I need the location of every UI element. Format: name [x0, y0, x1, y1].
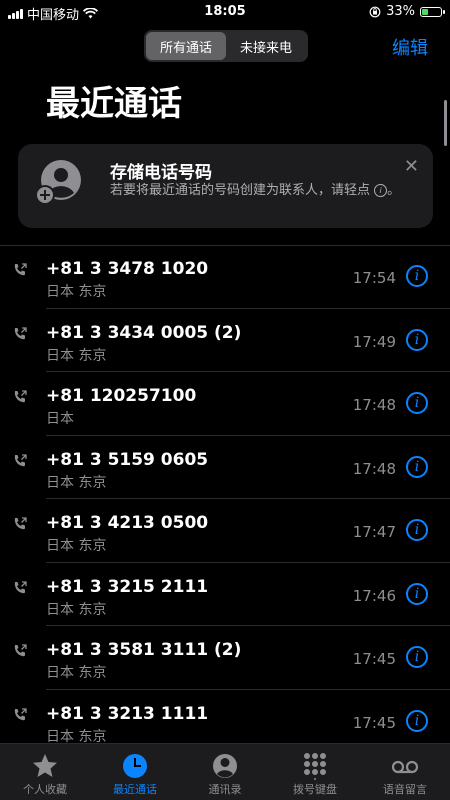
tab-keypad[interactable]: 拨号键盘	[270, 744, 360, 800]
call-number: +81 3 3478 1020	[46, 259, 209, 279]
call-number: +81 3 4213 0500	[46, 513, 209, 533]
call-row[interactable]: +81 3 3434 0005 (2) 日本 东京 17:49 i	[0, 309, 450, 373]
battery-icon	[420, 6, 445, 17]
banner-body: 若要将最近通话的号码创建为联系人，请轻点 i。	[110, 183, 401, 198]
scroll-indicator	[444, 100, 447, 146]
tab-label: 语音留言	[383, 783, 427, 796]
call-location: 日本 东京	[46, 601, 107, 618]
info-button[interactable]: i	[406, 455, 428, 478]
call-row[interactable]: +81 120257100 日本 17:48 i	[0, 372, 450, 436]
info-button[interactable]: i	[406, 519, 428, 541]
save-number-banner[interactable]: 存储电话号码 若要将最近通话的号码创建为联系人，请轻点 i。 ✕	[18, 144, 433, 228]
outgoing-call-icon	[14, 517, 27, 530]
orientation-lock-icon	[369, 6, 381, 17]
tab-label: 最近通话	[113, 783, 157, 796]
tab-favorites[interactable]: 个人收藏	[0, 744, 90, 800]
clock-icon	[123, 754, 147, 778]
info-button[interactable]: i	[406, 709, 428, 732]
outgoing-call-icon	[14, 326, 27, 339]
call-time: 17:49	[352, 332, 396, 351]
edit-button[interactable]: 编辑	[392, 34, 428, 60]
call-time: 17:48	[352, 396, 396, 414]
close-icon[interactable]: ✕	[404, 156, 419, 177]
page-title: 最近通话	[46, 84, 182, 124]
banner-body-text: 若要将最近通话的号码创建为联系人，请轻点	[110, 183, 371, 198]
info-button[interactable]: i	[406, 582, 428, 605]
tab-voicemail[interactable]: 语音留言	[360, 744, 450, 800]
info-button[interactable]: i	[406, 328, 428, 351]
call-filter-segmented-control: 所有通话 未接来电	[144, 30, 308, 62]
status-right: 33%	[369, 4, 445, 19]
info-button[interactable]: i	[406, 646, 428, 668]
recent-calls-list: +81 3 3478 1020 日本 东京 17:54 i +81 3 3434 000…	[0, 245, 450, 753]
tab-contacts[interactable]: 通讯录	[180, 744, 270, 800]
battery-fill	[422, 8, 428, 15]
add-contact-icon	[35, 160, 81, 205]
outgoing-call-icon	[14, 263, 27, 276]
outgoing-call-icon	[14, 390, 27, 403]
call-row[interactable]: +81 3 5159 0605 日本 东京 17:48 i	[0, 436, 450, 500]
tab-label: 通讯录	[208, 783, 242, 796]
info-inline-icon: i	[374, 184, 388, 197]
star-icon	[33, 754, 57, 777]
segment-all-calls[interactable]: 所有通话	[146, 32, 226, 60]
tab-label: 拨号键盘	[293, 783, 337, 796]
tab-label: 个人收藏	[23, 783, 67, 796]
call-row[interactable]: +81 3 3478 1020 日本 东京 17:54 i	[0, 245, 450, 309]
outgoing-call-icon	[14, 453, 27, 466]
call-number: +81 3 3434 0005 (2)	[46, 322, 242, 343]
outgoing-call-icon	[14, 580, 27, 593]
call-location: 日本 东京	[46, 538, 107, 554]
info-button[interactable]: i	[406, 392, 428, 414]
keypad-icon	[304, 753, 326, 780]
call-number: +81 3 3581 3111 (2)	[46, 640, 242, 660]
contacts-icon	[213, 754, 237, 778]
segment-missed-calls[interactable]: 未接来电	[226, 32, 306, 60]
status-bar: 中国移动 18:05 33%	[0, 0, 450, 24]
tab-bar: 个人收藏 最近通话 通讯录 拨号键盘 语音留言	[0, 743, 450, 800]
battery-percent: 33%	[386, 4, 415, 19]
call-number: +81 120257100	[46, 386, 197, 406]
call-time: 17:54	[352, 269, 396, 287]
call-location: 日本 东京	[46, 284, 107, 300]
call-number: +81 3 5159 0605	[46, 449, 209, 470]
call-time: 17:47	[352, 523, 396, 541]
call-time: 17:46	[352, 586, 396, 605]
outgoing-call-icon	[14, 644, 27, 657]
call-time: 17:45	[352, 650, 396, 668]
call-location: 日本 东京	[46, 347, 107, 364]
call-location: 日本 东京	[46, 665, 107, 681]
banner-title: 存储电话号码	[110, 163, 212, 183]
call-row[interactable]: +81 3 4213 0500 日本 东京 17:47 i	[0, 499, 450, 563]
voicemail-icon	[391, 760, 419, 774]
call-row[interactable]: +81 3 3215 2111 日本 东京 17:46 i	[0, 563, 450, 627]
call-location: 日本	[46, 411, 74, 427]
call-time: 17:48	[352, 459, 396, 478]
call-location: 日本 东京	[46, 474, 107, 491]
call-time: 17:45	[352, 713, 396, 732]
tab-recents[interactable]: 最近通话	[90, 744, 180, 800]
outgoing-call-icon	[14, 707, 27, 720]
info-button[interactable]: i	[406, 265, 428, 287]
call-number: +81 3 3213 1111	[46, 703, 209, 724]
call-row[interactable]: +81 3 3581 3111 (2) 日本 东京 17:45 i	[0, 626, 450, 690]
call-number: +81 3 3215 2111	[46, 576, 209, 597]
